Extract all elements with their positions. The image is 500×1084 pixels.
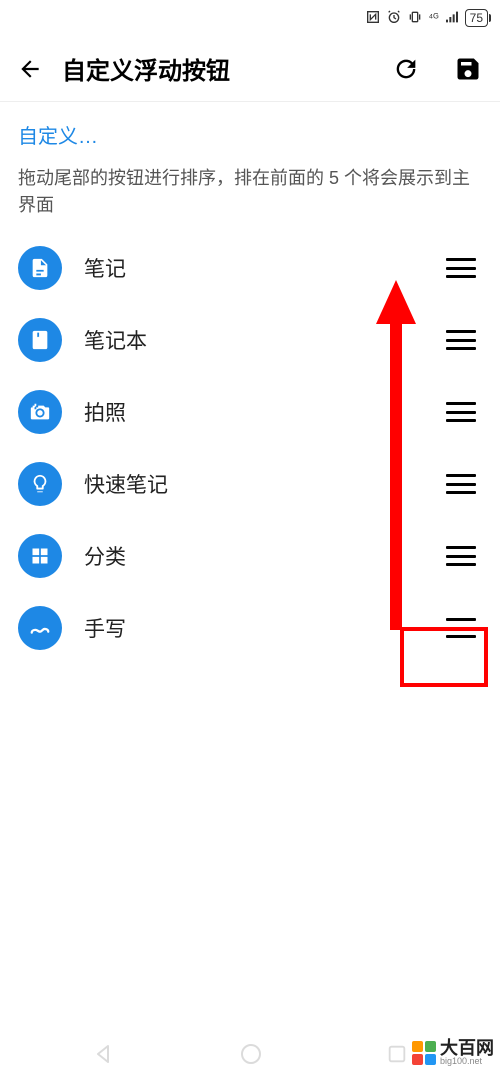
watermark-logo-icon [412,1041,436,1065]
alarm-icon [386,9,402,28]
refresh-button[interactable] [390,53,422,85]
item-label: 分类 [84,541,424,571]
app-bar: 自定义浮动按钮 [0,36,500,102]
vibrate-icon [407,9,423,28]
list-item-quicknote: 快速笔记 [18,463,482,505]
battery-icon: 75 [465,9,488,27]
handwrite-icon [18,606,62,650]
drag-handle-icon[interactable] [446,546,476,566]
drag-handle-icon[interactable] [446,402,476,422]
nav-back-icon[interactable] [92,1042,116,1071]
nav-recent-icon[interactable] [386,1043,408,1070]
watermark-title: 大百网 [440,1039,494,1057]
page-title: 自定义浮动按钮 [62,51,360,86]
signal-bars-icon [444,9,460,28]
drag-handle-icon[interactable] [446,330,476,350]
item-label: 笔记 [84,253,424,283]
notebook-icon [18,318,62,362]
list-item-category: 分类 [18,535,482,577]
hint-text: 拖动尾部的按钮进行排序，排在前面的 5 个将会展示到主界面 [18,165,482,219]
drag-handle-icon[interactable] [446,618,476,638]
list: 笔记 笔记本 拍照 快速笔记 [18,247,482,649]
list-item-handwrite: 手写 [18,607,482,649]
list-item-notebook: 笔记本 [18,319,482,361]
camera-icon [18,390,62,434]
status-bar: ⁴ᴳ 75 [0,0,500,36]
grid-icon [18,534,62,578]
watermark: 大百网 big100.net [412,1039,494,1066]
item-label: 快速笔记 [84,469,424,499]
content: 自定义… 拖动尾部的按钮进行排序，排在前面的 5 个将会展示到主界面 笔记 笔记… [0,102,500,667]
note-icon [18,246,62,290]
save-button[interactable] [452,53,484,85]
drag-handle-icon[interactable] [446,474,476,494]
nfc-icon [365,9,381,28]
list-item-note: 笔记 [18,247,482,289]
drag-handle-icon[interactable] [446,258,476,278]
signal-icon: ⁴ᴳ [428,12,438,24]
item-label: 手写 [84,613,424,643]
nav-home-icon[interactable] [239,1042,263,1071]
customize-link[interactable]: 自定义… [18,120,482,149]
item-label: 拍照 [84,397,424,427]
list-item-camera: 拍照 [18,391,482,433]
lightbulb-icon [18,462,62,506]
watermark-url: big100.net [440,1057,494,1066]
back-button[interactable] [16,55,44,83]
item-label: 笔记本 [84,325,424,355]
